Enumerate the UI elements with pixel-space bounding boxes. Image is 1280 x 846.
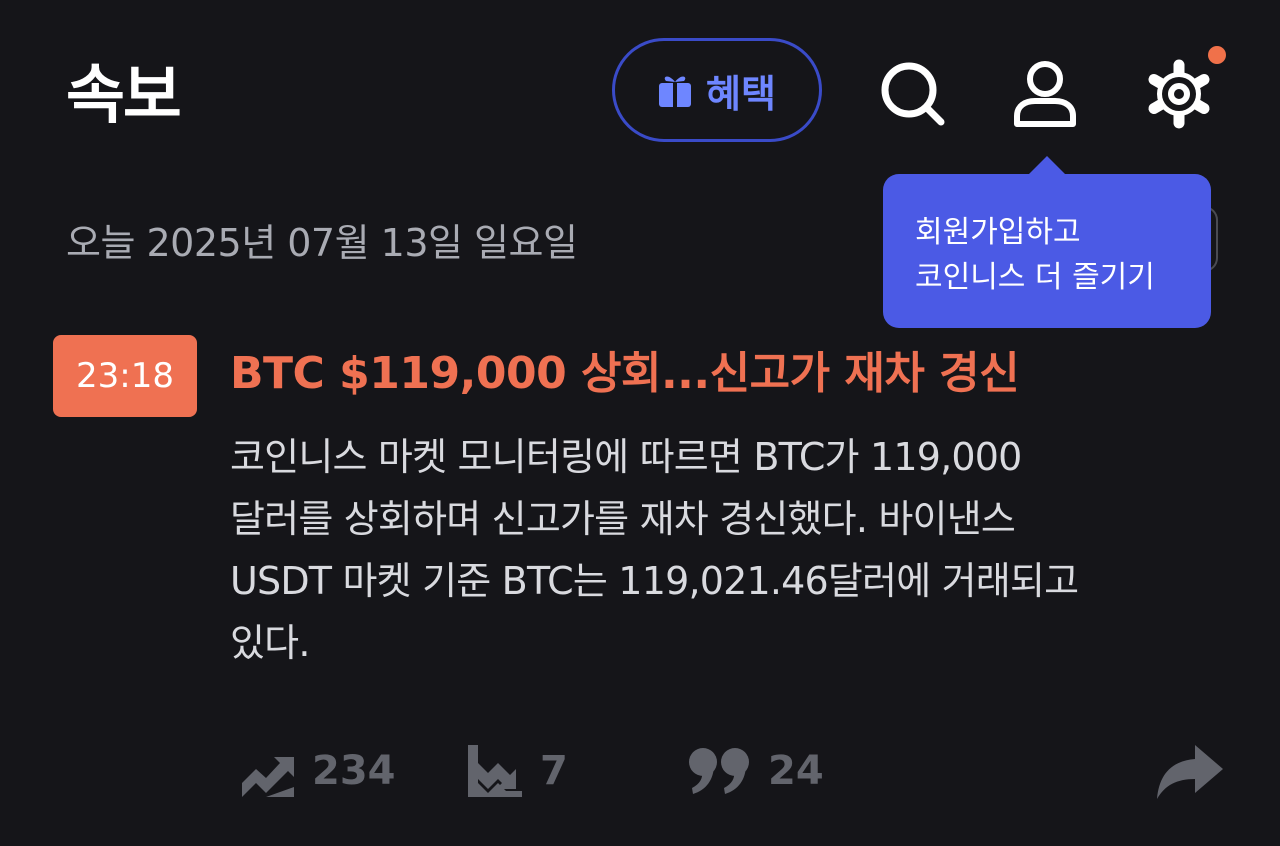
comment-button[interactable]: 24: [688, 738, 824, 804]
search-button[interactable]: [878, 54, 948, 134]
benefit-label: 혜택: [706, 71, 776, 116]
gear-icon: [1148, 59, 1210, 129]
comment-count: 24: [768, 748, 824, 794]
user-icon: [1014, 61, 1076, 127]
profile-button[interactable]: [1010, 54, 1080, 134]
tooltip-line-1: 회원가입하고: [915, 215, 1081, 250]
settings-button[interactable]: [1144, 54, 1214, 134]
date-line: 오늘 2025년 07월 13일 일요일: [66, 221, 578, 265]
news-body-line: 코인니스 마켓 모니터링에 따르면 BTC가 119,000: [230, 435, 1022, 479]
quote-icon: [689, 748, 749, 794]
bearish-button[interactable]: 7: [466, 738, 568, 804]
signup-tooltip[interactable]: 회원가입하고 코인니스 더 즐기기: [883, 156, 1211, 328]
share-button[interactable]: [1154, 738, 1226, 804]
news-body-line: 달러를 상회하며 신고가를 재차 경신했다. 바이낸스: [230, 497, 1016, 541]
time-badge: 23:18: [53, 335, 197, 417]
search-icon: [881, 62, 945, 126]
bullish-button[interactable]: 234: [240, 738, 396, 804]
bullish-count: 234: [312, 748, 396, 794]
benefit-button[interactable]: 혜택: [612, 38, 822, 142]
notification-dot: [1208, 46, 1226, 64]
gift-icon: [659, 76, 692, 109]
share-icon: [1157, 745, 1223, 799]
trend-down-icon: [468, 745, 522, 797]
news-body-line: USDT 마켓 기준 BTC는 119,021.46달러에 거래되고: [230, 559, 1079, 603]
news-headline[interactable]: BTC $119,000 상회...신고가 재차 경신: [230, 340, 1020, 408]
bearish-count: 7: [540, 748, 568, 794]
news-body-line: 있다.: [230, 621, 310, 665]
tooltip-line-2: 코인니스 더 즐기기: [915, 260, 1155, 295]
trend-up-icon: [242, 757, 294, 797]
page-title: 속보: [66, 59, 182, 133]
news-body: 코인니스 마켓 모니터링에 따르면 BTC가 119,000 달러를 상회하며 …: [230, 426, 1230, 674]
